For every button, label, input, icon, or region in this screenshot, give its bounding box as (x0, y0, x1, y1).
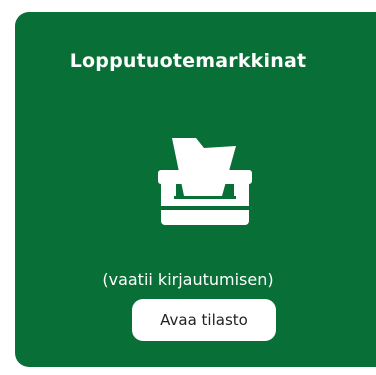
login-required-note: (vaatii kirjautumisen) (102, 270, 274, 289)
stat-card: Lopputuotemarkkinat (vaatii kirjautumise… (15, 12, 376, 367)
open-statistics-button[interactable]: Avaa tilasto (132, 299, 276, 341)
card-title: Lopputuotemarkkinat (69, 50, 307, 72)
file-tray-icon (158, 138, 252, 225)
